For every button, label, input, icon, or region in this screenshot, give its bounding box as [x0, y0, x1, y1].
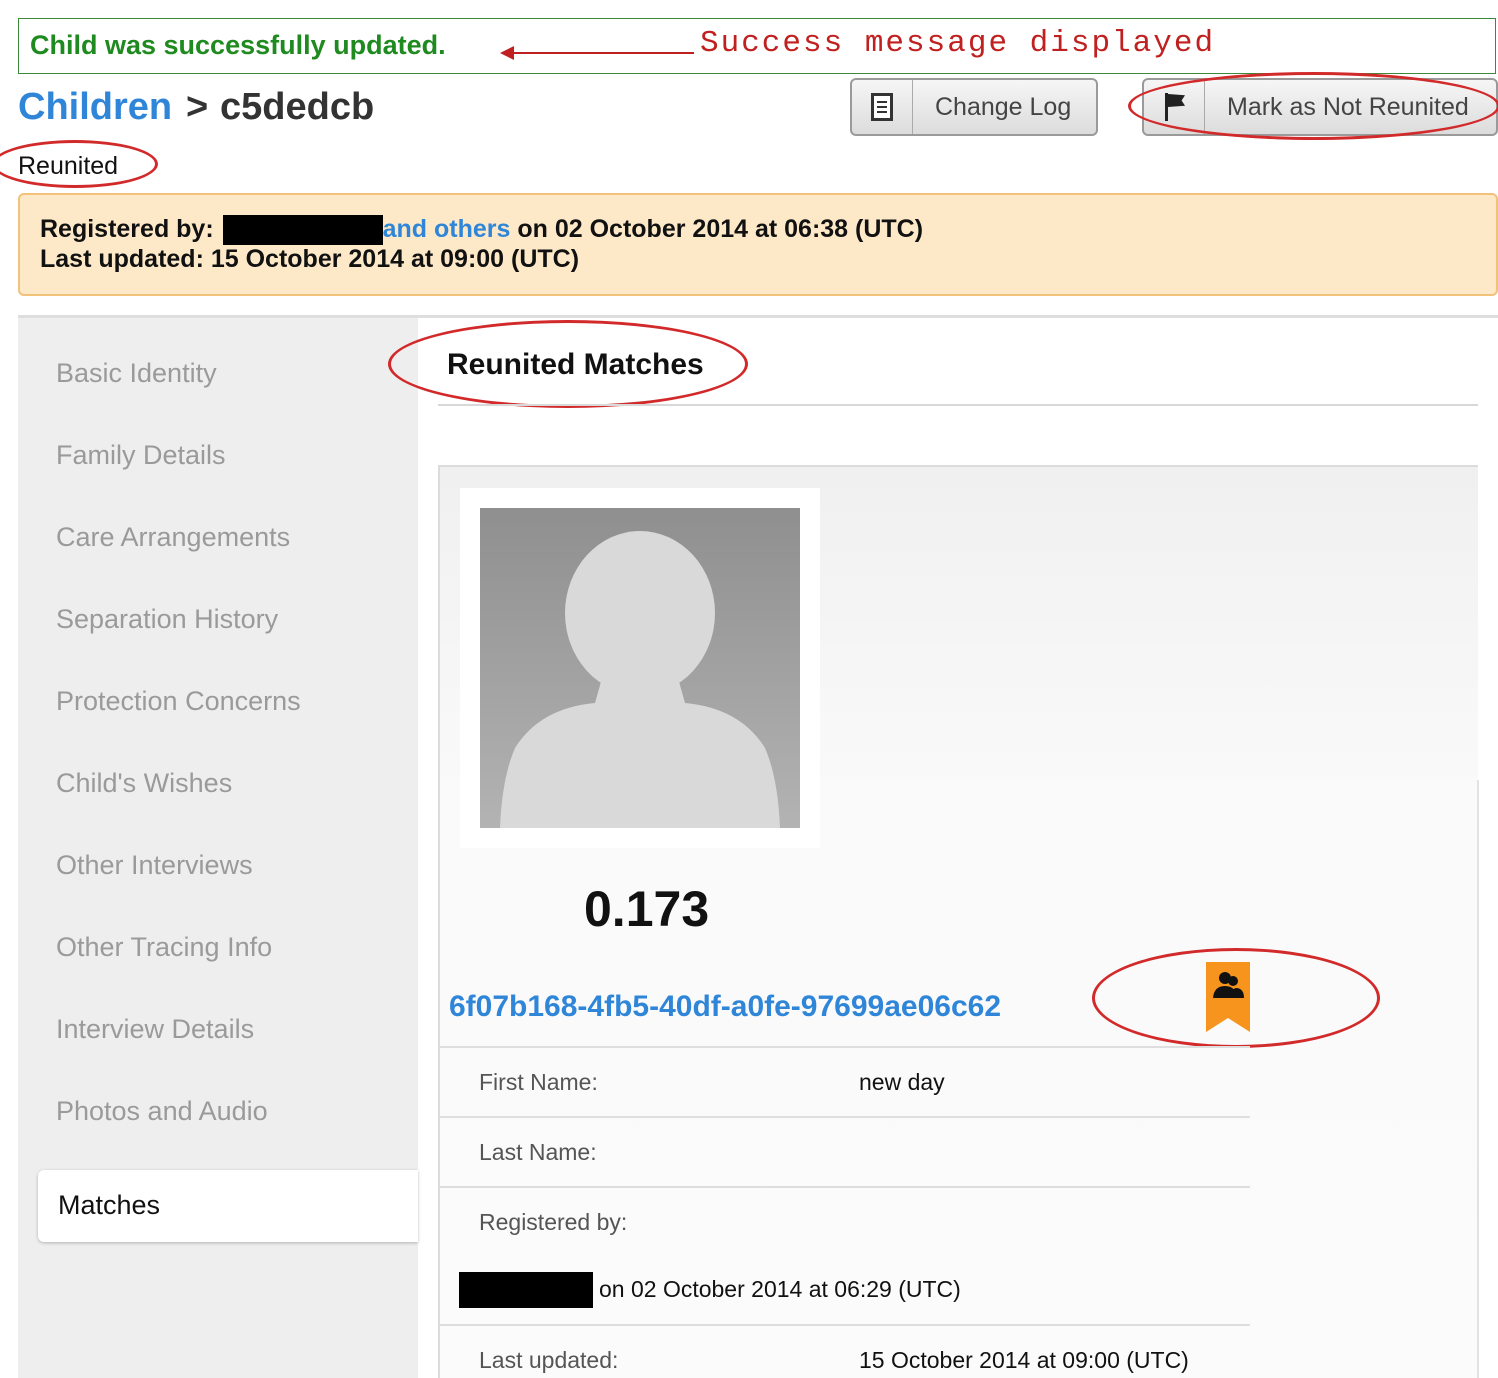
field-divider	[440, 1186, 1250, 1188]
last-updated-label: Last updated:	[479, 1347, 619, 1373]
section-divider	[438, 404, 1478, 406]
sidebar-item-protection-concerns[interactable]: Protection Concerns	[56, 686, 301, 717]
registered-on-value: on 02 October 2014 at 06:29 (UTC)	[599, 1276, 961, 1302]
change-log-label: Change Log	[935, 93, 1072, 121]
status-label: Reunited	[18, 152, 119, 180]
breadcrumb-children-link[interactable]: Children	[18, 86, 172, 129]
annotation-text: Success message displayed	[700, 26, 1216, 61]
field-divider	[440, 1324, 1250, 1326]
sidebar-item-other-tracing-info[interactable]: Other Tracing Info	[56, 932, 272, 963]
first-name-value: new day	[859, 1069, 945, 1095]
people-icon	[1213, 972, 1244, 998]
sidebar-item-matches[interactable]: Matches	[38, 1170, 418, 1242]
flag-icon	[1144, 80, 1205, 134]
sidebar-item-childs-wishes[interactable]: Child's Wishes	[56, 768, 232, 799]
last-updated-line: Last updated: 15 October 2014 at 09:00 (…	[40, 245, 580, 273]
sidebar-item-separation-history[interactable]: Separation History	[56, 604, 278, 635]
sidebar-item-family-details[interactable]: Family Details	[56, 440, 226, 471]
last-updated-value: 15 October 2014 at 09:00 (UTC)	[859, 1347, 1189, 1373]
person-silhouette-icon	[500, 531, 780, 828]
change-log-button[interactable]: Change Log	[850, 78, 1098, 136]
sidebar-item-matches-label: Matches	[58, 1190, 161, 1220]
section-title: Reunited Matches	[447, 348, 704, 381]
mark-not-reunited-button[interactable]: Mark as Not Reunited	[1142, 78, 1498, 136]
form-sections-sidebar: Basic Identity Family Details Care Arran…	[18, 318, 418, 1378]
registered-by-label: Registered by:	[479, 1209, 628, 1235]
flash-message: Child was successfully updated.	[30, 30, 446, 60]
field-divider	[440, 1046, 1250, 1048]
breadcrumb-separator: >	[186, 86, 209, 128]
mark-not-reunited-label: Mark as Not Reunited	[1227, 93, 1469, 121]
redacted-user	[222, 215, 383, 246]
sidebar-item-photos-and-audio[interactable]: Photos and Audio	[56, 1096, 268, 1127]
match-id-link[interactable]: 6f07b168-4fb5-40df-a0fe-97699ae06c62	[449, 990, 1001, 1024]
redacted-user	[459, 1272, 593, 1308]
first-name-label: First Name:	[479, 1069, 598, 1095]
sidebar-item-interview-details[interactable]: Interview Details	[56, 1014, 254, 1045]
placeholder-avatar-image[interactable]	[480, 508, 800, 828]
and-others-link[interactable]: and others	[383, 215, 511, 243]
list-icon	[852, 80, 913, 134]
sidebar-item-care-arrangements[interactable]: Care Arrangements	[56, 522, 290, 553]
field-divider	[440, 1116, 1250, 1118]
match-card-edge	[1477, 780, 1479, 1378]
registered-by-line: Registered by: and others on 02 October …	[40, 215, 923, 246]
sidebar-item-basic-identity[interactable]: Basic Identity	[56, 358, 217, 389]
annotation-arrow-line	[512, 52, 694, 54]
record-id-title: c5dedcb	[220, 86, 375, 128]
record-info-box: Registered by: and others on 02 October …	[18, 193, 1498, 296]
match-score: 0.173	[584, 881, 710, 937]
annotation-arrow-head	[500, 46, 514, 60]
last-name-label: Last Name:	[479, 1139, 597, 1165]
sidebar-item-other-interviews[interactable]: Other Interviews	[56, 850, 253, 881]
